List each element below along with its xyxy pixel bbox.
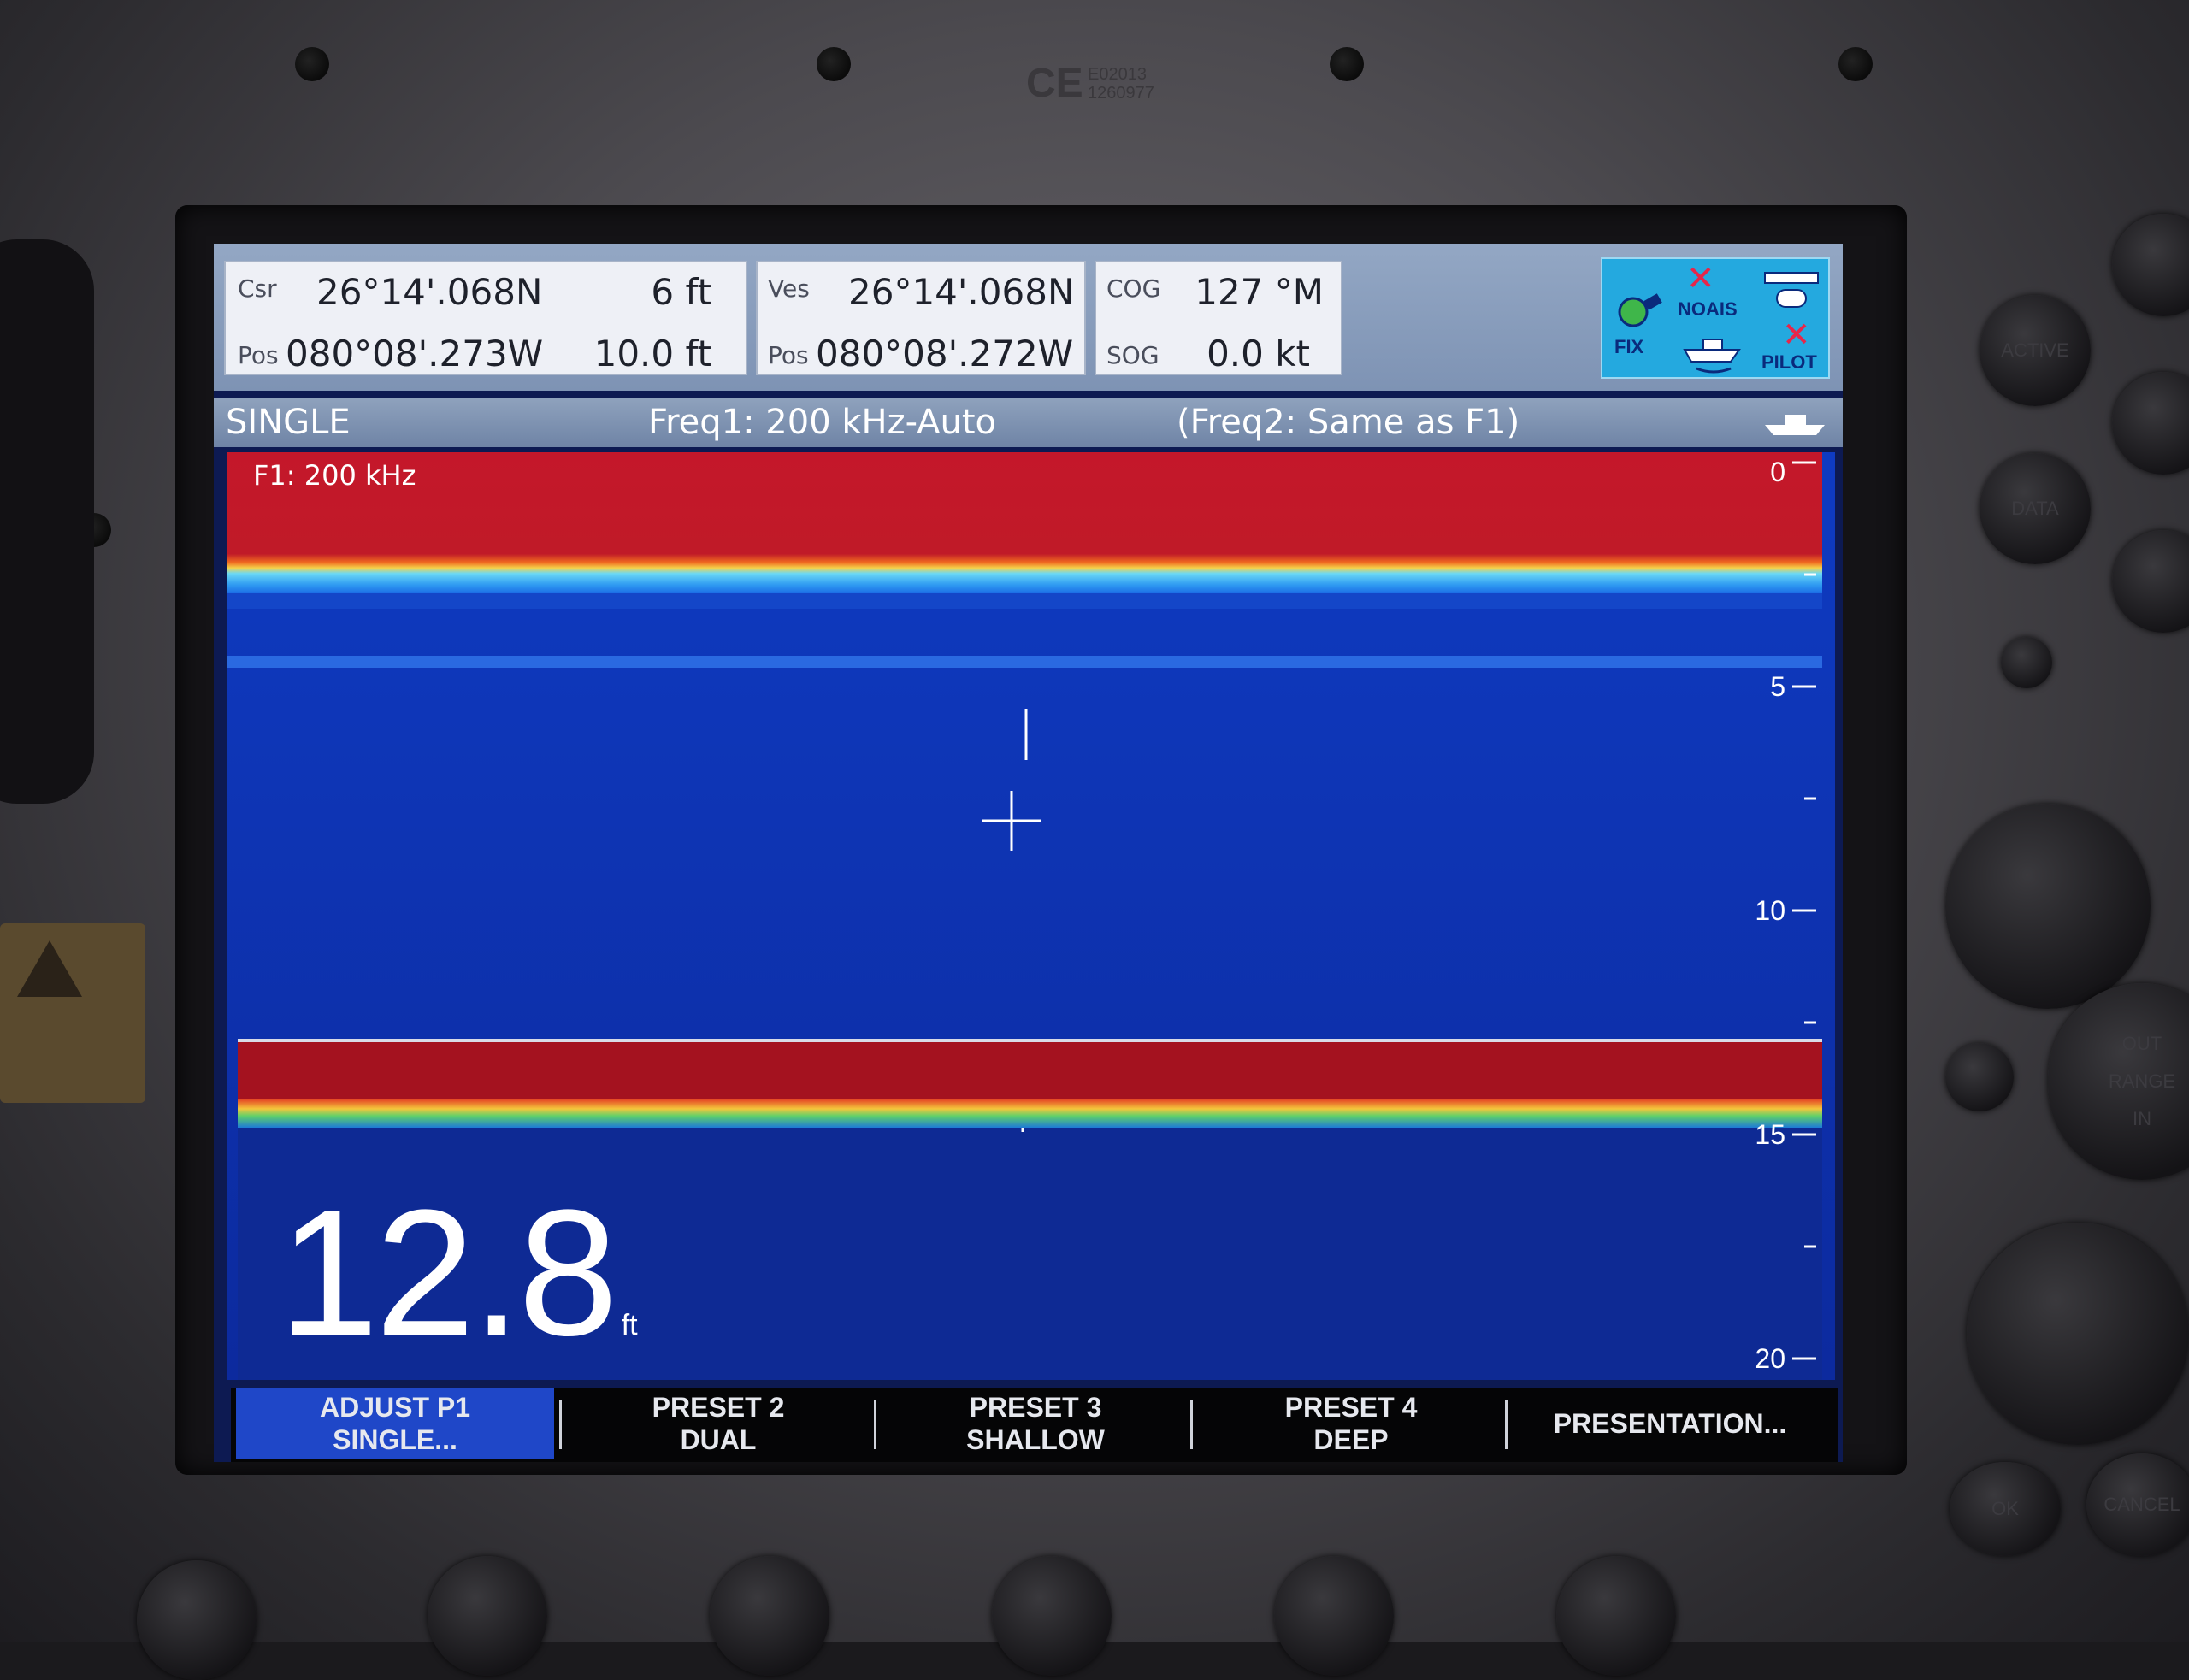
warning-sticker (0, 923, 145, 1103)
sog-value: 0.0 kt (1207, 333, 1310, 374)
left-grip (0, 239, 94, 804)
cog-value: 127 °M (1195, 271, 1324, 313)
sonar-mode-bar: SINGLE Freq1: 200 kHz-Auto (Freq2: Same … (214, 398, 1843, 447)
rotary-knob[interactable] (1945, 804, 2151, 1009)
depth-readout: 12.8 ft (279, 1183, 638, 1363)
depth-scale-label: 0 (1770, 457, 1785, 487)
range-rocker[interactable]: OUT RANGE IN (2048, 983, 2189, 1180)
bottom-button[interactable] (428, 1556, 547, 1676)
bottom-button[interactable] (1556, 1556, 1676, 1676)
vessel-longitude: 080°08'.272W (816, 333, 1074, 374)
depth-scale-label: 15 (1755, 1119, 1785, 1150)
depth-scale-labels: 0 5 10 15 20 (1755, 457, 1785, 1374)
bottom-button[interactable] (710, 1556, 829, 1676)
vessel-label: Ves (768, 274, 810, 303)
softkey-line2: DEEP (1313, 1424, 1389, 1455)
bottom-button[interactable] (992, 1556, 1112, 1676)
softkey-line2: SINGLE... (333, 1424, 457, 1455)
sonar-echogram[interactable]: 0 5 10 15 20 F1: 200 kHz 12.8 ft (227, 452, 1835, 1380)
cancel-button[interactable]: CANCEL (2086, 1453, 2189, 1556)
cursor-latitude: 26°14'.068N (316, 271, 543, 313)
bottom-button[interactable] (1274, 1556, 1394, 1676)
cursor-range: 6 ft (651, 271, 711, 313)
cursor-longitude: 080°08'.273W (286, 333, 544, 374)
fix-label: FIX (1614, 336, 1644, 357)
softkey-separator (874, 1400, 876, 1449)
cursor-label: Csr (238, 274, 277, 303)
boat-icon (1765, 415, 1825, 435)
softkey-line1: PRESET 3 (969, 1392, 1102, 1423)
screw (295, 47, 329, 81)
screw (1330, 47, 1364, 81)
depth-value: 12.8 (279, 1172, 618, 1373)
hw-button-top[interactable] (2112, 214, 2189, 316)
depth-scale-label: 5 (1770, 671, 1785, 702)
hw-small-button[interactable] (1945, 1043, 2014, 1111)
softkey-line1: PRESENTATION... (1553, 1408, 1787, 1439)
vessel-pos-label: Pos (768, 341, 809, 369)
power-button[interactable] (137, 1560, 257, 1680)
sonar-module-icon (1764, 272, 1819, 308)
softkey-separator (1505, 1400, 1508, 1449)
hw-button-side-2[interactable] (2112, 530, 2189, 633)
freq1-label: Freq1: 200 kHz-Auto (648, 403, 997, 442)
vessel-latitude: 26°14'.068N (848, 271, 1075, 313)
softkey-preset-4[interactable]: PRESET 4 DEEP (1195, 1388, 1507, 1459)
mode-label: SINGLE (226, 403, 351, 442)
cursor-position-box[interactable]: Csr Pos 26°14'.068N 080°08'.273W 6 ft 10… (224, 261, 747, 375)
data-button[interactable]: DATA (1980, 453, 2091, 564)
softkey-bar: ADJUST P1 SINGLE... PRESET 2 DUAL PRESET… (231, 1388, 1838, 1462)
cog-label: COG (1106, 274, 1161, 303)
pilot-label: PILOT (1761, 351, 1817, 373)
ok-button[interactable]: OK (1950, 1462, 2061, 1556)
hw-button-side-1[interactable] (2112, 372, 2189, 475)
vessel-position-box[interactable]: Ves Pos 26°14'.068N 080°08'.272W (756, 261, 1086, 375)
active-button[interactable]: ACTIVE (1980, 295, 2091, 406)
noais-label: NOAIS (1678, 298, 1738, 320)
pilot-off-icon: ✕ (1782, 315, 1811, 355)
data-bar: Csr Pos 26°14'.068N 080°08'.273W 6 ft 10… (214, 244, 1843, 391)
cursor-crosshair[interactable] (982, 791, 1041, 851)
hw-small-button[interactable] (2001, 637, 2052, 688)
cursor-depth: 10.0 ft (593, 333, 711, 374)
softkey-line1: ADJUST P1 (319, 1392, 471, 1423)
softkey-presentation[interactable]: PRESENTATION... (1510, 1388, 1830, 1459)
boat-icon (1683, 339, 1741, 374)
softkey-adjust-p1[interactable]: ADJUST P1 SINGLE... (236, 1388, 554, 1459)
ce-mark: CE E02013 1260977 (1026, 61, 1154, 106)
softkey-preset-3[interactable]: PRESET 3 SHALLOW (879, 1388, 1192, 1459)
gps-fix-icon (1618, 293, 1662, 327)
status-panel[interactable]: FIX ✕ NOAIS ✕ PILOT (1601, 257, 1830, 379)
softkey-line2: SHALLOW (966, 1424, 1105, 1455)
softkey-line2: DUAL (680, 1424, 757, 1455)
sog-label: SOG (1106, 341, 1159, 369)
freq2-label: (Freq2: Same as F1) (1177, 403, 1520, 442)
softkey-preset-2[interactable]: PRESET 2 DUAL (564, 1388, 872, 1459)
display-screen: Csr Pos 26°14'.068N 080°08'.273W 6 ft 10… (214, 244, 1843, 1462)
joystick-pad[interactable] (1967, 1223, 2189, 1445)
softkey-line1: PRESET 2 (652, 1392, 785, 1423)
depth-scale-label: 10 (1755, 895, 1785, 926)
softkey-separator (1190, 1400, 1193, 1449)
screw (1838, 47, 1873, 81)
softkey-separator (559, 1400, 562, 1449)
depth-scale-label: 20 (1755, 1343, 1785, 1374)
depth-scale (1792, 461, 1816, 1360)
screw (817, 47, 851, 81)
cursor-pos-label: Pos (238, 341, 279, 369)
no-ais-icon: ✕ (1686, 259, 1715, 298)
channel-label: F1: 200 kHz (253, 459, 416, 492)
cog-sog-box[interactable]: COG SOG 127 °M 0.0 kt (1094, 261, 1342, 375)
softkey-line1: PRESET 4 (1284, 1392, 1418, 1423)
depth-unit: ft (621, 1309, 638, 1341)
